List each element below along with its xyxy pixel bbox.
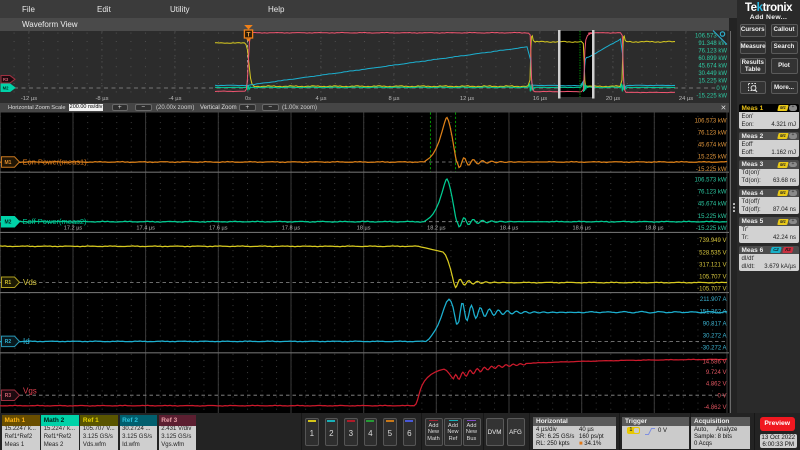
svg-text:45.674 kW: 45.674 kW — [698, 143, 727, 149]
svg-text:18.6 µs: 18.6 µs — [572, 226, 591, 232]
svg-text:17.2 µs: 17.2 µs — [64, 226, 83, 232]
svg-text:Id: Id — [23, 337, 30, 346]
svg-text:9.724 V: 9.724 V — [706, 370, 727, 376]
svg-text:R1: R1 — [5, 280, 12, 286]
svg-text:-105.707 V: -105.707 V — [697, 287, 726, 293]
svg-text:Eon Power(meas1): Eon Power(meas1) — [23, 157, 88, 166]
svg-text:Vgs: Vgs — [23, 386, 37, 395]
svg-text:528.535 V: 528.535 V — [699, 250, 726, 256]
svg-text:R3: R3 — [5, 393, 12, 399]
svg-text:M2: M2 — [5, 220, 12, 226]
svg-text:4.862 V: 4.862 V — [706, 382, 727, 388]
svg-text:15.225 kW: 15.225 kW — [698, 155, 727, 161]
svg-text:R2: R2 — [5, 339, 12, 345]
svg-text:-4.862 V: -4.862 V — [704, 405, 727, 411]
svg-text:18.4 µs: 18.4 µs — [500, 226, 519, 232]
svg-text:739.949 V: 739.949 V — [699, 238, 726, 244]
svg-text:0 V: 0 V — [717, 393, 726, 399]
svg-text:30.272 A: 30.272 A — [703, 334, 727, 340]
svg-text:Vds: Vds — [23, 278, 37, 287]
svg-text:15.225 kW: 15.225 kW — [698, 214, 727, 220]
svg-text:106.573 kW: 106.573 kW — [694, 177, 726, 183]
svg-text:90.817 A: 90.817 A — [703, 321, 727, 327]
svg-text:151.362 A: 151.362 A — [699, 309, 726, 315]
svg-text:106.573 kW: 106.573 kW — [694, 118, 726, 124]
svg-text:-15.225 kW: -15.225 kW — [696, 226, 727, 232]
svg-text:76.123 kW: 76.123 kW — [698, 190, 727, 196]
svg-text:17.6 µs: 17.6 µs — [209, 226, 228, 232]
svg-text:317.121 V: 317.121 V — [699, 262, 726, 268]
svg-text:45.674 kW: 45.674 kW — [698, 202, 727, 208]
svg-text:18.8 µs: 18.8 µs — [645, 226, 664, 232]
svg-text:14.586 V: 14.586 V — [702, 360, 726, 366]
svg-text:211.907 A: 211.907 A — [700, 297, 727, 303]
svg-text:76.123 kW: 76.123 kW — [698, 131, 727, 137]
svg-text:17.4 µs: 17.4 µs — [136, 226, 155, 232]
svg-text:18.2 µs: 18.2 µs — [427, 226, 446, 232]
svg-text:105.707 V: 105.707 V — [699, 274, 726, 280]
svg-text:17.8 µs: 17.8 µs — [282, 226, 301, 232]
svg-text:Eoff Power(meas2): Eoff Power(meas2) — [23, 217, 88, 226]
svg-text:M1: M1 — [5, 160, 12, 166]
svg-text:18 µs: 18 µs — [357, 226, 371, 232]
svg-text:-30.272 A: -30.272 A — [701, 346, 727, 352]
svg-text:-15.225 kW: -15.225 kW — [696, 167, 727, 173]
